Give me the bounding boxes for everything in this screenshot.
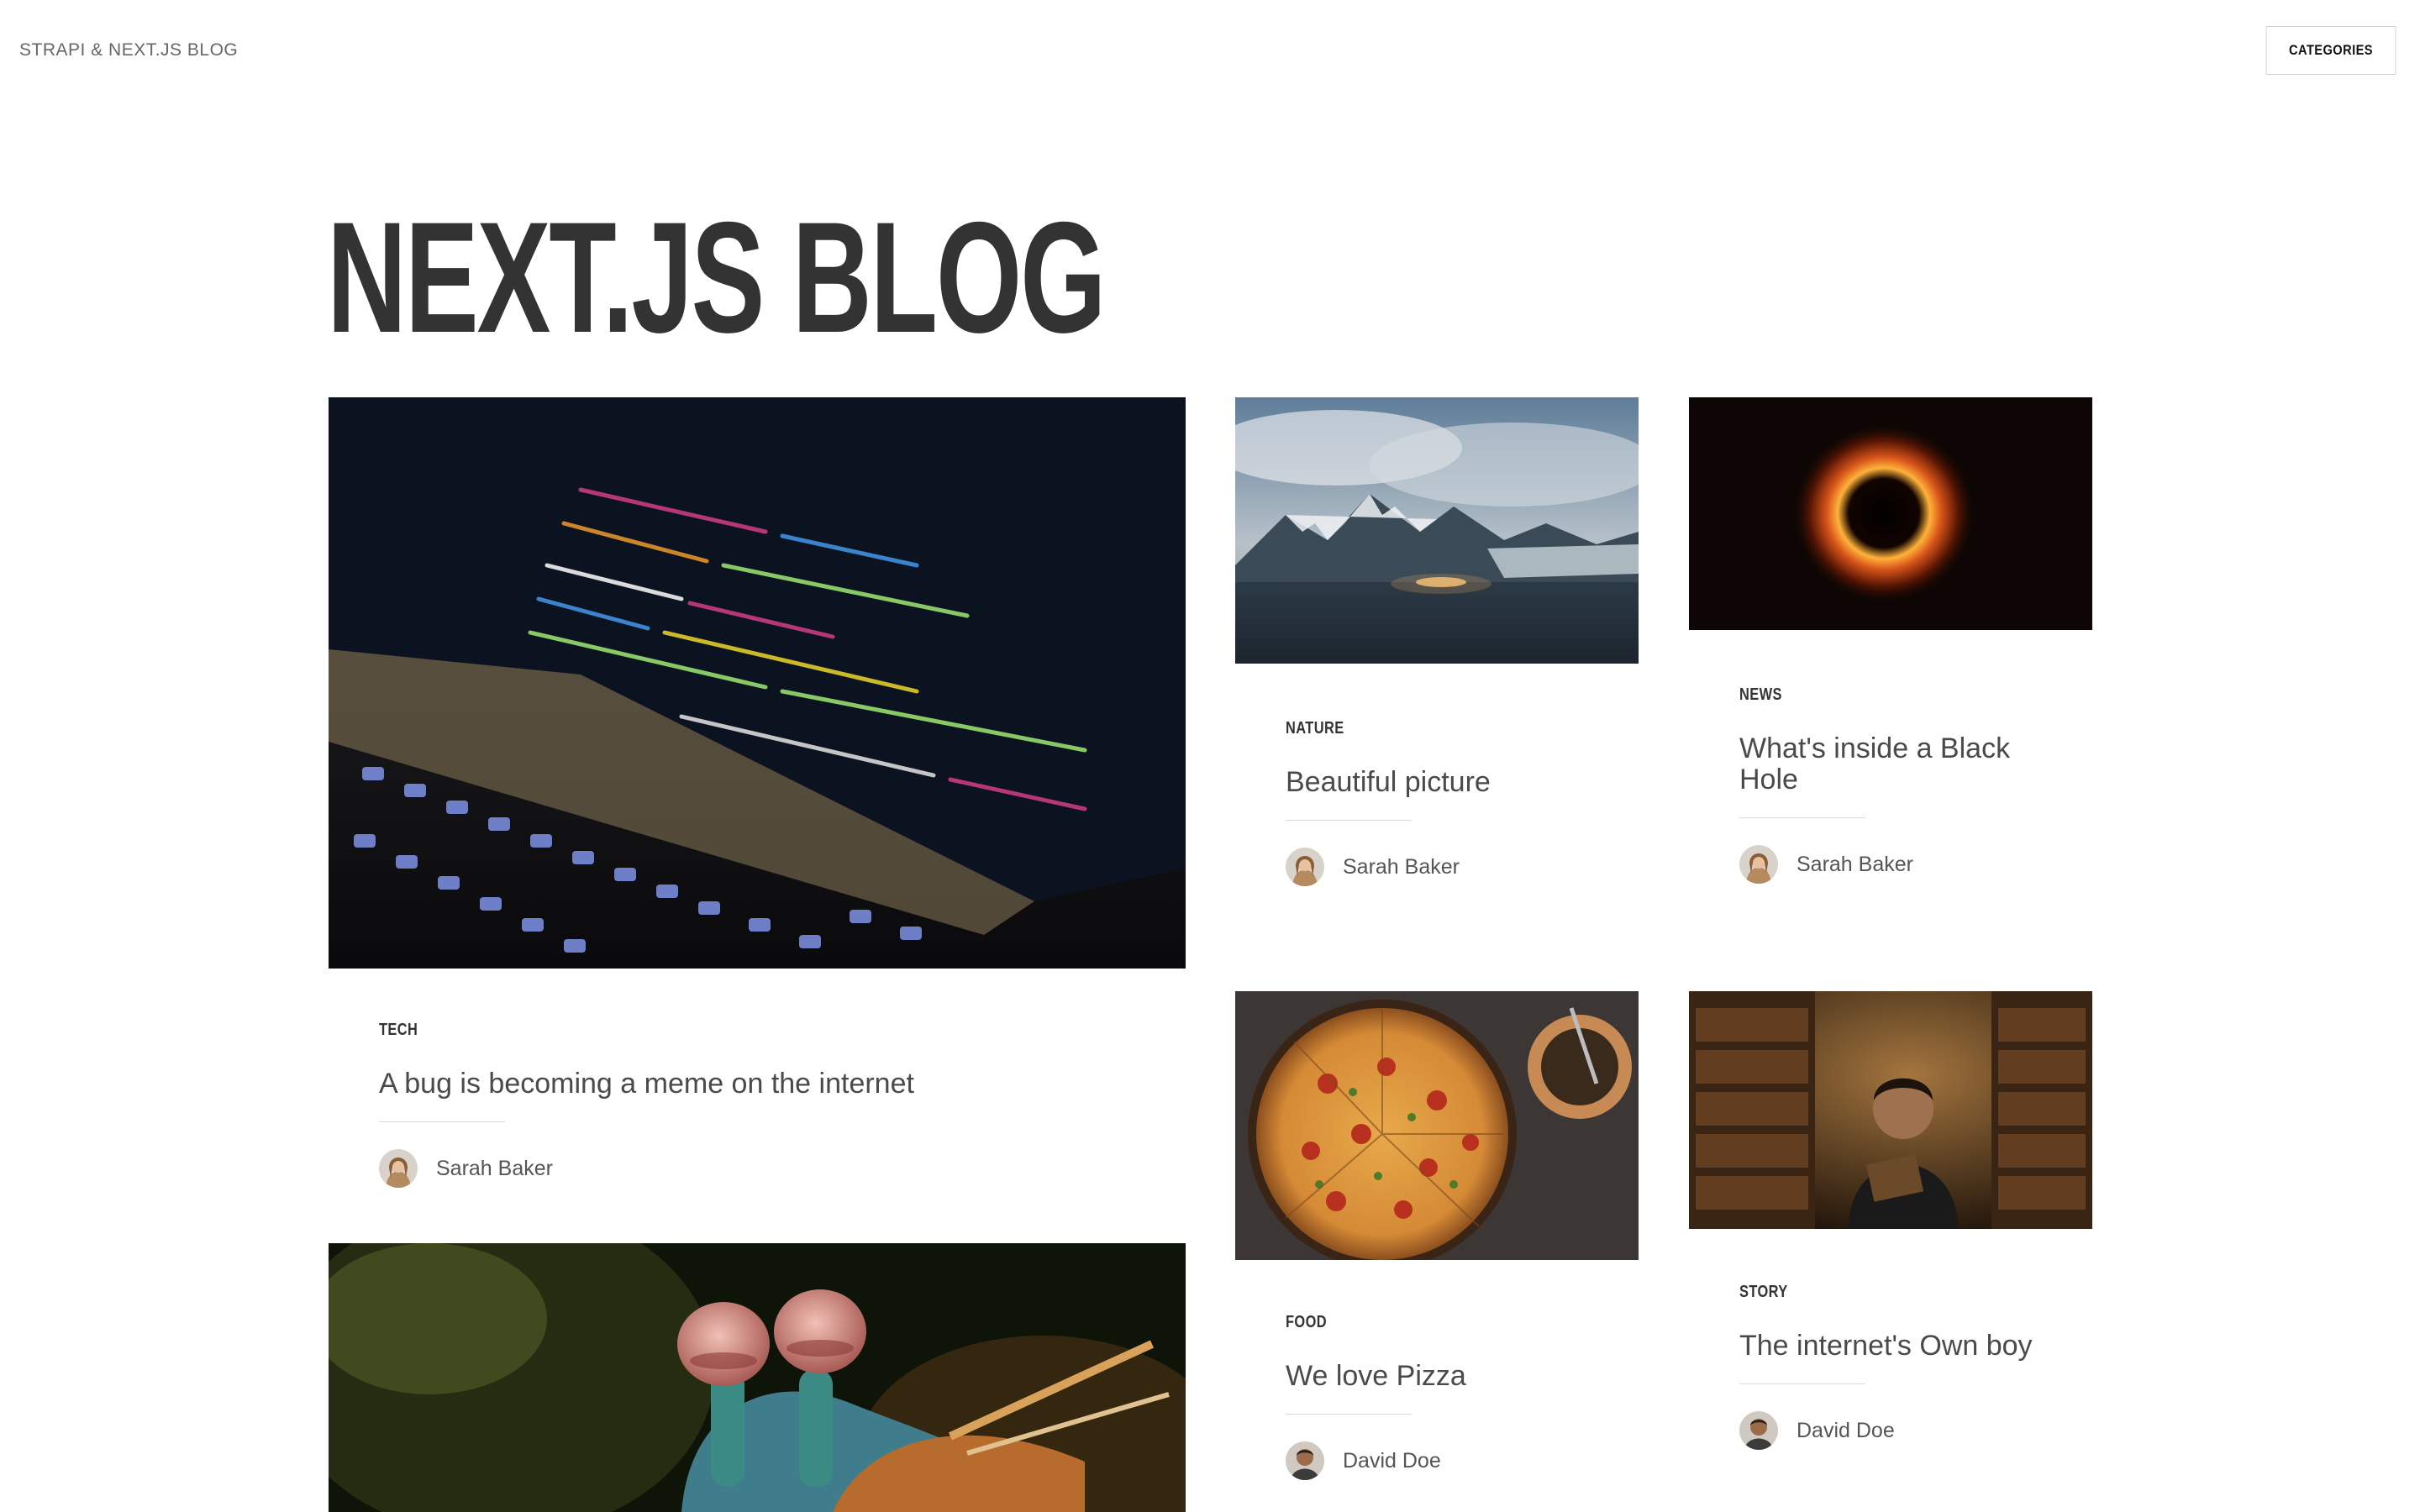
article-card-nature[interactable]: NATURE Beautiful picture Sarah Baker bbox=[1235, 397, 1639, 918]
author-name: David Doe bbox=[1343, 1448, 1441, 1473]
article-author: David Doe bbox=[1739, 1411, 2033, 1450]
author-name: Sarah Baker bbox=[436, 1156, 553, 1180]
article-title[interactable]: The internet's Own boy bbox=[1739, 1331, 2033, 1362]
page-title: NEXT.JS BLOG bbox=[327, 189, 1107, 365]
categories-button[interactable]: CATEGORIES bbox=[2265, 26, 2396, 75]
article-author: David Doe bbox=[1286, 1441, 1466, 1480]
article-card-mantis[interactable] bbox=[329, 1243, 1186, 1512]
article-meta: FOOD We love Pizza David Doe bbox=[1286, 1313, 1466, 1480]
article-category[interactable]: FOOD bbox=[1286, 1313, 1327, 1332]
divider bbox=[1286, 820, 1412, 821]
article-meta: TECH A bug is becoming a meme on the int… bbox=[379, 1021, 914, 1188]
author-name: David Doe bbox=[1797, 1418, 1895, 1442]
article-meta: NATURE Beautiful picture Sarah Baker bbox=[1286, 719, 1491, 886]
avatar-man bbox=[1739, 1411, 1778, 1450]
article-category[interactable]: TECH bbox=[379, 1021, 418, 1040]
article-card-tech[interactable]: TECH A bug is becoming a meme on the int… bbox=[329, 397, 1186, 1221]
pizza-photo[interactable] bbox=[1235, 991, 1639, 1260]
avatar-woman bbox=[1286, 848, 1324, 886]
divider bbox=[1739, 817, 1865, 818]
page: STRAPI & NEXT.JS BLOG CATEGORIES NEXT.JS… bbox=[0, 0, 2420, 1512]
article-author: Sarah Baker bbox=[1739, 845, 2059, 884]
article-meta: STORY The internet's Own boy David Doe bbox=[1739, 1283, 2033, 1450]
article-title[interactable]: We love Pizza bbox=[1286, 1361, 1466, 1392]
article-card-news[interactable]: NEWS What's inside a Black Hole Sarah Ba… bbox=[1689, 397, 2092, 901]
article-category[interactable]: NEWS bbox=[1739, 685, 1782, 705]
mantis-shrimp-photo[interactable] bbox=[329, 1243, 1186, 1512]
mountain-landscape-photo[interactable] bbox=[1235, 397, 1639, 664]
author-name: Sarah Baker bbox=[1343, 854, 1460, 879]
site-title-link[interactable]: STRAPI & NEXT.JS BLOG bbox=[19, 40, 238, 60]
divider bbox=[1286, 1414, 1412, 1415]
avatar-woman bbox=[379, 1149, 418, 1188]
laptop-code-photo[interactable] bbox=[329, 397, 1186, 969]
article-card-food[interactable]: FOOD We love Pizza David Doe bbox=[1235, 991, 1639, 1512]
article-title[interactable]: Beautiful picture bbox=[1286, 767, 1491, 798]
avatar-man bbox=[1286, 1441, 1324, 1480]
article-author: Sarah Baker bbox=[379, 1149, 914, 1188]
black-hole-photo[interactable] bbox=[1689, 397, 2092, 630]
divider bbox=[1739, 1383, 1865, 1384]
article-category[interactable]: STORY bbox=[1739, 1283, 1788, 1302]
avatar-woman bbox=[1739, 845, 1778, 884]
article-card-story[interactable]: STORY The internet's Own boy David Doe bbox=[1689, 991, 2092, 1512]
library-reader-photo[interactable] bbox=[1689, 991, 2092, 1229]
divider bbox=[379, 1121, 505, 1122]
article-meta: NEWS What's inside a Black Hole Sarah Ba… bbox=[1739, 685, 2059, 884]
article-author: Sarah Baker bbox=[1286, 848, 1491, 886]
author-name: Sarah Baker bbox=[1797, 852, 1913, 876]
article-title[interactable]: A bug is becoming a meme on the internet bbox=[379, 1068, 914, 1100]
article-category[interactable]: NATURE bbox=[1286, 719, 1344, 738]
article-title[interactable]: What's inside a Black Hole bbox=[1739, 733, 2059, 795]
